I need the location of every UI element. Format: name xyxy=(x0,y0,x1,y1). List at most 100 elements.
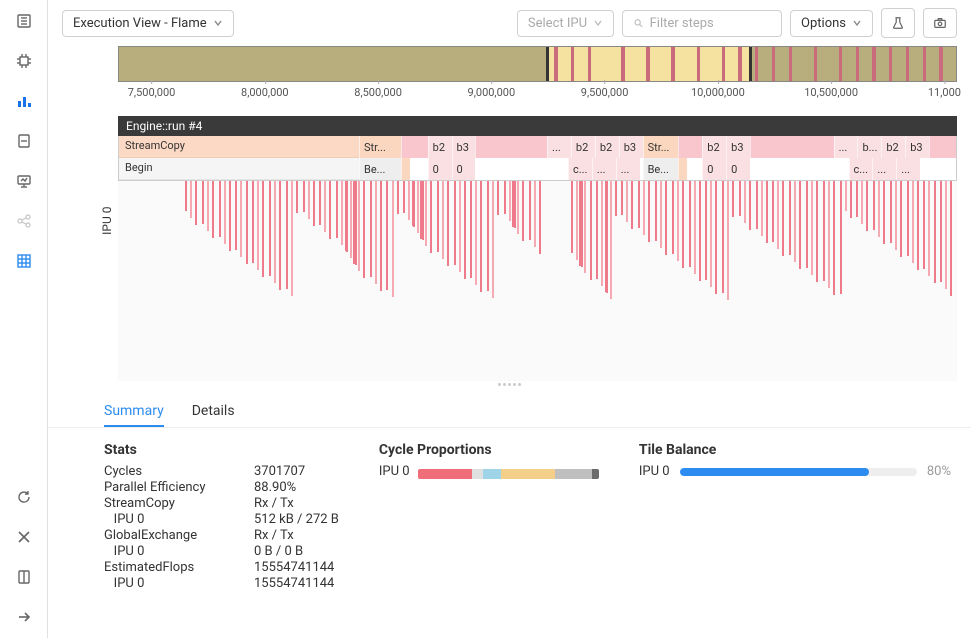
refresh-icon[interactable] xyxy=(15,488,33,506)
grid-icon[interactable] xyxy=(15,252,33,270)
flame-block[interactable]: b2 xyxy=(428,136,452,158)
tile-heading: Tile Balance xyxy=(639,442,951,458)
flame-block[interactable]: ... xyxy=(592,158,616,180)
list-icon[interactable] xyxy=(15,12,33,30)
flame-block[interactable] xyxy=(401,136,428,158)
flame-block[interactable] xyxy=(401,158,410,180)
view-label: Execution View - Flame xyxy=(73,16,207,31)
flame-block[interactable]: b3 xyxy=(905,136,929,158)
flame-block[interactable]: ... xyxy=(872,158,896,180)
flame-block[interactable]: 0 xyxy=(428,158,452,180)
cycle-bar xyxy=(418,469,599,479)
flame-block[interactable]: b3 xyxy=(452,136,476,158)
stat-key: IPU 0 xyxy=(104,512,254,527)
search-icon xyxy=(633,17,644,29)
flame-block[interactable]: 0 xyxy=(452,158,476,180)
flask-button[interactable] xyxy=(881,8,915,38)
tabs: Summary Details xyxy=(48,393,971,428)
tile-label: IPU 0 xyxy=(639,464,670,479)
view-dropdown[interactable]: Execution View - Flame xyxy=(62,10,234,37)
flame-row-label: Begin xyxy=(119,158,359,180)
flame-block[interactable]: b2 xyxy=(595,136,619,158)
flame-row[interactable]: StreamCopyStr...b2b3...b2b2b3Str...b2b3.… xyxy=(119,136,956,158)
stat-key: StreamCopy xyxy=(104,496,254,511)
camera-button[interactable] xyxy=(923,8,957,38)
flame-block[interactable]: Str... xyxy=(643,136,679,158)
tile-pct: 80% xyxy=(927,464,951,479)
axis-tick: 8,500,000 xyxy=(354,86,402,99)
overview-timeline[interactable] xyxy=(118,46,957,82)
flame-block[interactable] xyxy=(678,136,702,158)
flame-block[interactable]: Str... xyxy=(359,136,401,158)
share-icon[interactable] xyxy=(15,212,33,230)
select-ipu-label: Select IPU xyxy=(528,16,587,31)
flame-block[interactable]: ... xyxy=(896,158,920,180)
book-icon[interactable] xyxy=(15,568,33,586)
tab-summary[interactable]: Summary xyxy=(104,397,164,427)
axis-tick: 10,500,000 xyxy=(804,86,858,99)
bars-icon[interactable] xyxy=(15,92,33,110)
stat-value: Rx / Tx xyxy=(254,496,339,511)
chip-icon[interactable] xyxy=(15,52,33,70)
close-icon[interactable] xyxy=(15,528,33,546)
tile-bar xyxy=(680,468,917,476)
filter-steps[interactable] xyxy=(622,10,782,37)
flame-block[interactable]: b2 xyxy=(571,136,595,158)
flame-block[interactable] xyxy=(750,136,834,158)
flame-block[interactable]: 0 xyxy=(702,158,726,180)
flame-block[interactable]: b2 xyxy=(881,136,905,158)
options-dropdown[interactable]: Options xyxy=(790,10,873,37)
flame-block[interactable]: b... xyxy=(857,136,881,158)
stat-key: Parallel Efficiency xyxy=(104,480,254,495)
stat-value: 0 B / 0 B xyxy=(254,544,339,559)
select-ipu-dropdown[interactable]: Select IPU xyxy=(517,10,614,37)
stat-value: Rx / Tx xyxy=(254,528,339,543)
flame-block[interactable] xyxy=(678,158,687,180)
main: Execution View - Flame Select IPU Option… xyxy=(48,0,971,638)
flame-ylabel: IPU 0 xyxy=(100,206,114,234)
cycle-col: Cycle Proportions IPU 0 xyxy=(379,442,599,591)
stat-key: EstimatedFlops xyxy=(104,560,254,575)
arrow-right-icon[interactable] xyxy=(15,608,33,626)
present-icon[interactable] xyxy=(15,172,33,190)
flame-block[interactable]: b3 xyxy=(726,136,750,158)
flame-block[interactable]: b3 xyxy=(619,136,643,158)
axis-tick: 8,000,000 xyxy=(241,86,289,99)
stat-value: 88.90% xyxy=(254,480,339,495)
flame-bars[interactable] xyxy=(118,181,957,381)
stat-value: 512 kB / 272 B xyxy=(254,512,339,527)
flame-block[interactable]: 0 xyxy=(726,158,750,180)
stats-col: Stats Cycles3701707Parallel Efficiency88… xyxy=(104,442,339,591)
chevron-down-icon xyxy=(593,18,603,28)
doc-icon[interactable] xyxy=(15,132,33,150)
stat-key: GlobalExchange xyxy=(104,528,254,543)
flame-block[interactable]: ... xyxy=(616,158,640,180)
sidebar xyxy=(0,0,48,638)
flame-block[interactable] xyxy=(929,136,956,158)
flame-block[interactable]: ... xyxy=(834,136,858,158)
axis-tick: 7,500,000 xyxy=(128,86,176,99)
flame-block[interactable]: c... xyxy=(849,158,873,180)
filter-input[interactable] xyxy=(650,16,771,31)
flame-block[interactable]: c... xyxy=(568,158,592,180)
cycle-heading: Cycle Proportions xyxy=(379,442,599,458)
cycle-label: IPU 0 xyxy=(379,464,410,479)
flame-block[interactable]: ... xyxy=(547,136,571,158)
flame-chart: IPU 0 Engine::run #4 StreamCopyStr...b2b… xyxy=(62,116,957,381)
flame-block[interactable]: Be... xyxy=(359,158,401,180)
stat-value: 3701707 xyxy=(254,464,339,479)
stat-key: IPU 0 xyxy=(104,576,254,591)
resize-handle[interactable] xyxy=(490,383,530,391)
flame-block[interactable]: b2 xyxy=(702,136,726,158)
toolbar: Execution View - Flame Select IPU Option… xyxy=(48,0,971,46)
chevron-down-icon xyxy=(852,18,862,28)
flame-row[interactable]: BeginBe...00c.........Be...00c......... xyxy=(119,158,956,180)
stat-key: Cycles xyxy=(104,464,254,479)
flame-block[interactable] xyxy=(475,136,547,158)
axis-tick: 9,000,000 xyxy=(468,86,516,99)
options-label: Options xyxy=(801,16,846,31)
tile-col: Tile Balance IPU 0 80% xyxy=(639,442,951,591)
stat-value: 15554741144 xyxy=(254,576,339,591)
flame-block[interactable]: Be... xyxy=(643,158,679,180)
tab-details[interactable]: Details xyxy=(192,397,235,427)
